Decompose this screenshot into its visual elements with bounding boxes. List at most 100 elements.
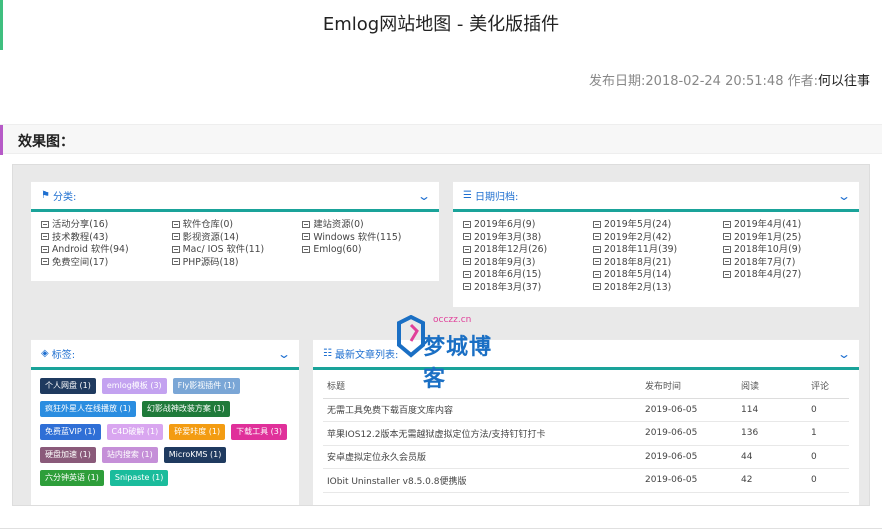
archive-item[interactable]: 2019年4月(41) — [723, 219, 849, 232]
calendar-icon — [593, 233, 601, 241]
category-item[interactable]: Mac/ IOS 软件(11) — [171, 244, 299, 257]
archive-item[interactable]: 2018年11月(39) — [593, 244, 719, 257]
tag-chip[interactable]: 个人网盘 (1) — [40, 378, 96, 394]
archive-item[interactable]: 2018年12月(26) — [463, 244, 589, 257]
archive-label: 2019年3月(38) — [474, 231, 542, 243]
tag-chip[interactable]: Fly影视插件 (1) — [172, 378, 241, 394]
archive-item[interactable]: 2018年9月(3) — [463, 257, 589, 270]
chevron-down-icon[interactable]: ⌄ — [277, 347, 291, 361]
archive-item[interactable]: 2019年6月(9) — [463, 219, 589, 232]
categories-panel-header[interactable]: ⚑ 分类: ⌄ — [31, 182, 439, 212]
archive-label: 2018年8月(21) — [604, 256, 672, 268]
tag-chip[interactable]: Snipaste (1) — [109, 470, 169, 486]
section-accent-bar — [0, 125, 3, 155]
effect-screenshot: ⚑ 分类: ⌄ 活动分享(16) 软件仓库(0) 建站资源(0) 技术教程(43) 影视资… — [12, 164, 870, 506]
category-item[interactable]: 活动分享(16) — [41, 219, 168, 232]
category-item[interactable]: PHP源码(18) — [171, 257, 299, 270]
post-title-cell[interactable]: IObit Uninstaller v8.5.0.8便携版 — [323, 468, 641, 493]
archive-item[interactable]: 2018年4月(27) — [723, 269, 849, 282]
list-icon: ☷ — [323, 348, 332, 359]
tag-chip[interactable]: 免费蓝VIP (1) — [40, 424, 101, 440]
archive-item[interactable]: 2018年10月(9) — [723, 244, 849, 257]
calendar-icon — [593, 258, 601, 266]
category-label: 建站资源(0) — [313, 219, 364, 230]
folder-icon — [302, 220, 311, 228]
archive-item[interactable]: 2018年8月(21) — [593, 257, 719, 270]
table-cell: 1 — [807, 421, 849, 446]
content-divider — [0, 528, 882, 529]
tag-icon: ◈ — [41, 348, 49, 359]
calendar-icon — [593, 283, 601, 291]
tag-chip[interactable]: 下载工具 (3) — [231, 424, 287, 440]
table-row[interactable]: 苹果IOS12.2版本无需越狱虚拟定位方法/支持钉钉打卡 2019-06-05 13… — [323, 421, 849, 446]
table-row[interactable]: 无需工具免费下载百度文库内容 2019-06-05 114 0 — [323, 398, 849, 422]
calendar-icon — [723, 270, 731, 278]
folder-icon — [171, 245, 180, 253]
database-icon: ☰ — [463, 190, 472, 201]
category-item[interactable]: 影视资源(14) — [171, 232, 299, 245]
post-title-cell[interactable]: 无需工具免费下载百度文库内容 — [323, 398, 641, 422]
archive-item[interactable]: 2018年5月(14) — [593, 269, 719, 282]
archive-item[interactable]: 2018年2月(13) — [593, 282, 719, 295]
table-row[interactable]: IObit Uninstaller v8.5.0.8便携版 2019-06-05 4… — [323, 468, 849, 493]
category-item[interactable]: Emlog(60) — [302, 244, 429, 257]
tag-chip[interactable]: 疯狂外星人在线播放 (1) — [40, 401, 136, 417]
table-cell: 136 — [737, 421, 807, 446]
calendar-icon — [723, 220, 731, 228]
tag-chip[interactable]: emlog模板 (3) — [101, 378, 167, 394]
post-meta-date: 发布日期:2018-02-24 20:51:48 作者: — [589, 74, 818, 89]
category-item[interactable]: 免费空间(17) — [41, 257, 168, 270]
tag-chip[interactable]: C4D破解 (1) — [106, 424, 164, 440]
tag-chip[interactable]: MicroKMS (1) — [163, 447, 227, 463]
table-cell: 44 — [737, 445, 807, 469]
post-title-cell[interactable]: 安卓虚拟定位永久会员版 — [323, 445, 641, 469]
archive-item[interactable]: 2018年3月(37) — [463, 282, 589, 295]
tag-chip[interactable]: 站内搜索 (1) — [101, 447, 158, 463]
tags-panel-header[interactable]: ◈ 标签: ⌄ — [31, 340, 299, 370]
table-cell: 2019-06-05 — [641, 421, 737, 446]
table-row[interactable]: 安卓虚拟定位永久会员版 2019-06-05 44 0 — [323, 445, 849, 469]
archive-item[interactable]: 2019年5月(24) — [593, 219, 719, 232]
category-item[interactable]: 技术教程(43) — [41, 232, 168, 245]
archive-label: 2019年2月(42) — [604, 231, 672, 243]
archives-list: 2019年6月(9) 2019年5月(24) 2019年4月(41) 2019年3月(… — [453, 212, 859, 302]
calendar-icon — [593, 245, 601, 253]
archive-item[interactable]: 2018年6月(15) — [463, 269, 589, 282]
table-cell: 2019-06-05 — [641, 398, 737, 422]
latest-posts-title: 最新文章列表: — [334, 350, 399, 361]
tag-chip[interactable]: 幻影战神改装方案 (1) — [141, 401, 230, 417]
archives-panel-header[interactable]: ☰ 日期归档: ⌄ — [453, 182, 859, 212]
calendar-icon — [463, 220, 471, 228]
archive-item[interactable]: 2019年2月(42) — [593, 232, 719, 245]
latest-posts-table: 标题 发布时间 阅读 评论 无需工具免费下载百度文库内容 2019-06-05 11… — [323, 374, 849, 493]
latest-posts-panel-header[interactable]: ☷ 最新文章列表: ⌄ — [313, 340, 859, 370]
chevron-down-icon[interactable]: ⌄ — [837, 347, 851, 361]
category-item[interactable]: 软件仓库(0) — [171, 219, 299, 232]
archives-panel: ☰ 日期归档: ⌄ 2019年6月(9) 2019年5月(24) 2019年4月(41… — [453, 181, 859, 307]
chevron-down-icon[interactable]: ⌄ — [417, 189, 431, 203]
category-item[interactable]: 建站资源(0) — [302, 219, 429, 232]
archive-item[interactable]: 2018年7月(7) — [723, 257, 849, 270]
calendar-icon — [463, 245, 471, 253]
archive-item[interactable]: 2019年3月(38) — [463, 232, 589, 245]
archive-label: 2018年5月(14) — [604, 269, 672, 281]
post-title-cell[interactable]: 苹果IOS12.2版本无需越狱虚拟定位方法/支持钉钉打卡 — [323, 421, 641, 446]
categories-list: 活动分享(16) 软件仓库(0) 建站资源(0) 技术教程(43) 影视资源(14) Wi… — [31, 212, 439, 276]
calendar-icon — [723, 233, 731, 241]
tag-chip[interactable]: 六分钟英语 (1) — [40, 470, 104, 486]
category-item[interactable]: Android 软件(94) — [41, 244, 168, 257]
tag-chip[interactable]: 硬盘加速 (1) — [40, 447, 96, 463]
table-cell: 2019-06-05 — [641, 445, 737, 469]
calendar-icon — [463, 283, 471, 291]
category-item[interactable]: Windows 软件(115) — [302, 232, 429, 245]
category-label: 免费空间(17) — [52, 256, 109, 268]
archive-label: 2018年6月(15) — [474, 269, 542, 281]
author-link[interactable]: 何以往事 — [818, 74, 870, 89]
category-label: 技术教程(43) — [52, 231, 109, 243]
archive-item[interactable]: 2019年1月(25) — [723, 232, 849, 245]
folder-icon — [41, 245, 49, 253]
archive-label: 2018年9月(3) — [474, 256, 536, 268]
category-label: Windows 软件(115) — [313, 231, 402, 243]
tag-chip[interactable]: 碎爱咔度 (1) — [169, 424, 226, 440]
chevron-down-icon[interactable]: ⌄ — [837, 189, 851, 203]
